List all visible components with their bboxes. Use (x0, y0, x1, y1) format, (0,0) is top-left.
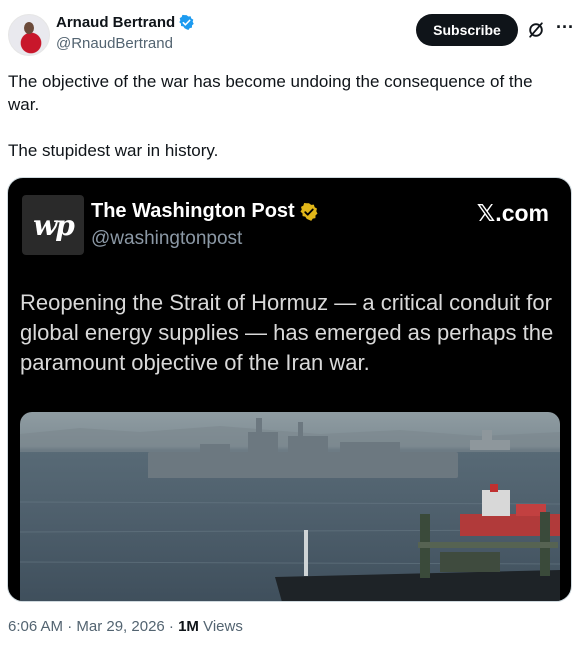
ships-photo (20, 412, 560, 601)
gold-verified-badge-icon (300, 202, 318, 221)
tweet-meta: 6:06 AM · Mar 29, 2026 · 1M Views (8, 618, 243, 635)
slashed-circle-icon[interactable] (526, 20, 546, 40)
avatar-head (24, 22, 34, 34)
views-count: 1M (178, 618, 199, 635)
ships-illustration (20, 418, 560, 601)
embedded-post-image[interactable]: wp The Washington Post @washingtonpost 𝕏… (7, 177, 572, 602)
avatar[interactable] (8, 14, 50, 56)
source-name: The Washington Post (91, 200, 295, 222)
tweet-header: Arnaud Bertrand @RnaudBertrand Subscribe… (0, 0, 588, 60)
source-name-row: The Washington Post (91, 200, 319, 223)
timestamp[interactable]: 6:06 AM · Mar 29, 2026 · (8, 618, 178, 635)
verified-badge-icon (179, 14, 194, 31)
author-name[interactable]: Arnaud Bertrand (56, 14, 175, 31)
subscribe-button[interactable]: Subscribe (416, 14, 518, 46)
author-name-row[interactable]: Arnaud Bertrand (56, 14, 195, 31)
author-handle[interactable]: @RnaudBertrand (56, 35, 173, 52)
source-handle: @washingtonpost (91, 228, 243, 249)
more-icon[interactable]: ··· (554, 17, 576, 39)
tweet-paragraph-2: The stupidest war in history. (8, 141, 219, 160)
views-label: Views (198, 618, 243, 635)
washington-post-logo: wp (22, 195, 84, 255)
embedded-headline: Reopening the Strait of Hormuz — a criti… (20, 290, 554, 375)
tweet-paragraph-1: The objective of the war has become undo… (8, 72, 533, 114)
tweet-text: The objective of the war has become undo… (8, 70, 568, 162)
x-com-label: 𝕏.com (476, 200, 549, 226)
